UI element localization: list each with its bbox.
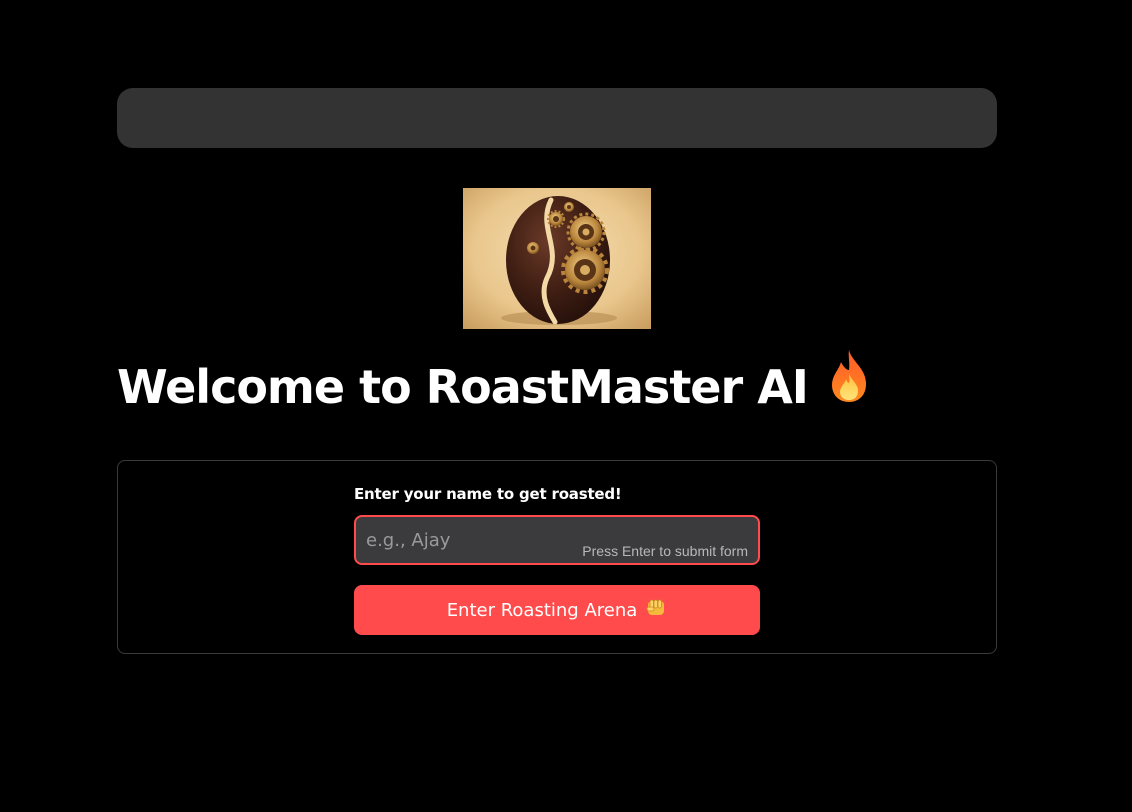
page-title-text: Welcome to RoastMaster AI [117, 360, 809, 414]
name-input[interactable] [356, 517, 758, 563]
coffee-bean-gears-icon [463, 188, 651, 329]
logo-image [463, 188, 651, 329]
name-input-label: Enter your name to get roasted! [354, 485, 622, 503]
enter-roasting-arena-button[interactable]: Enter Roasting Arena [354, 585, 760, 635]
page-title: Welcome to RoastMaster AI [117, 350, 872, 423]
roast-form: Enter your name to get roasted! Press En… [117, 460, 997, 654]
fist-icon [645, 598, 667, 623]
fire-icon [826, 348, 872, 423]
name-input-wrapper[interactable]: Press Enter to submit form [354, 515, 760, 565]
submit-button-label: Enter Roasting Arena [446, 599, 638, 621]
page: Welcome to RoastMaster AI Enter your nam… [0, 0, 1132, 812]
top-bar [117, 88, 997, 148]
